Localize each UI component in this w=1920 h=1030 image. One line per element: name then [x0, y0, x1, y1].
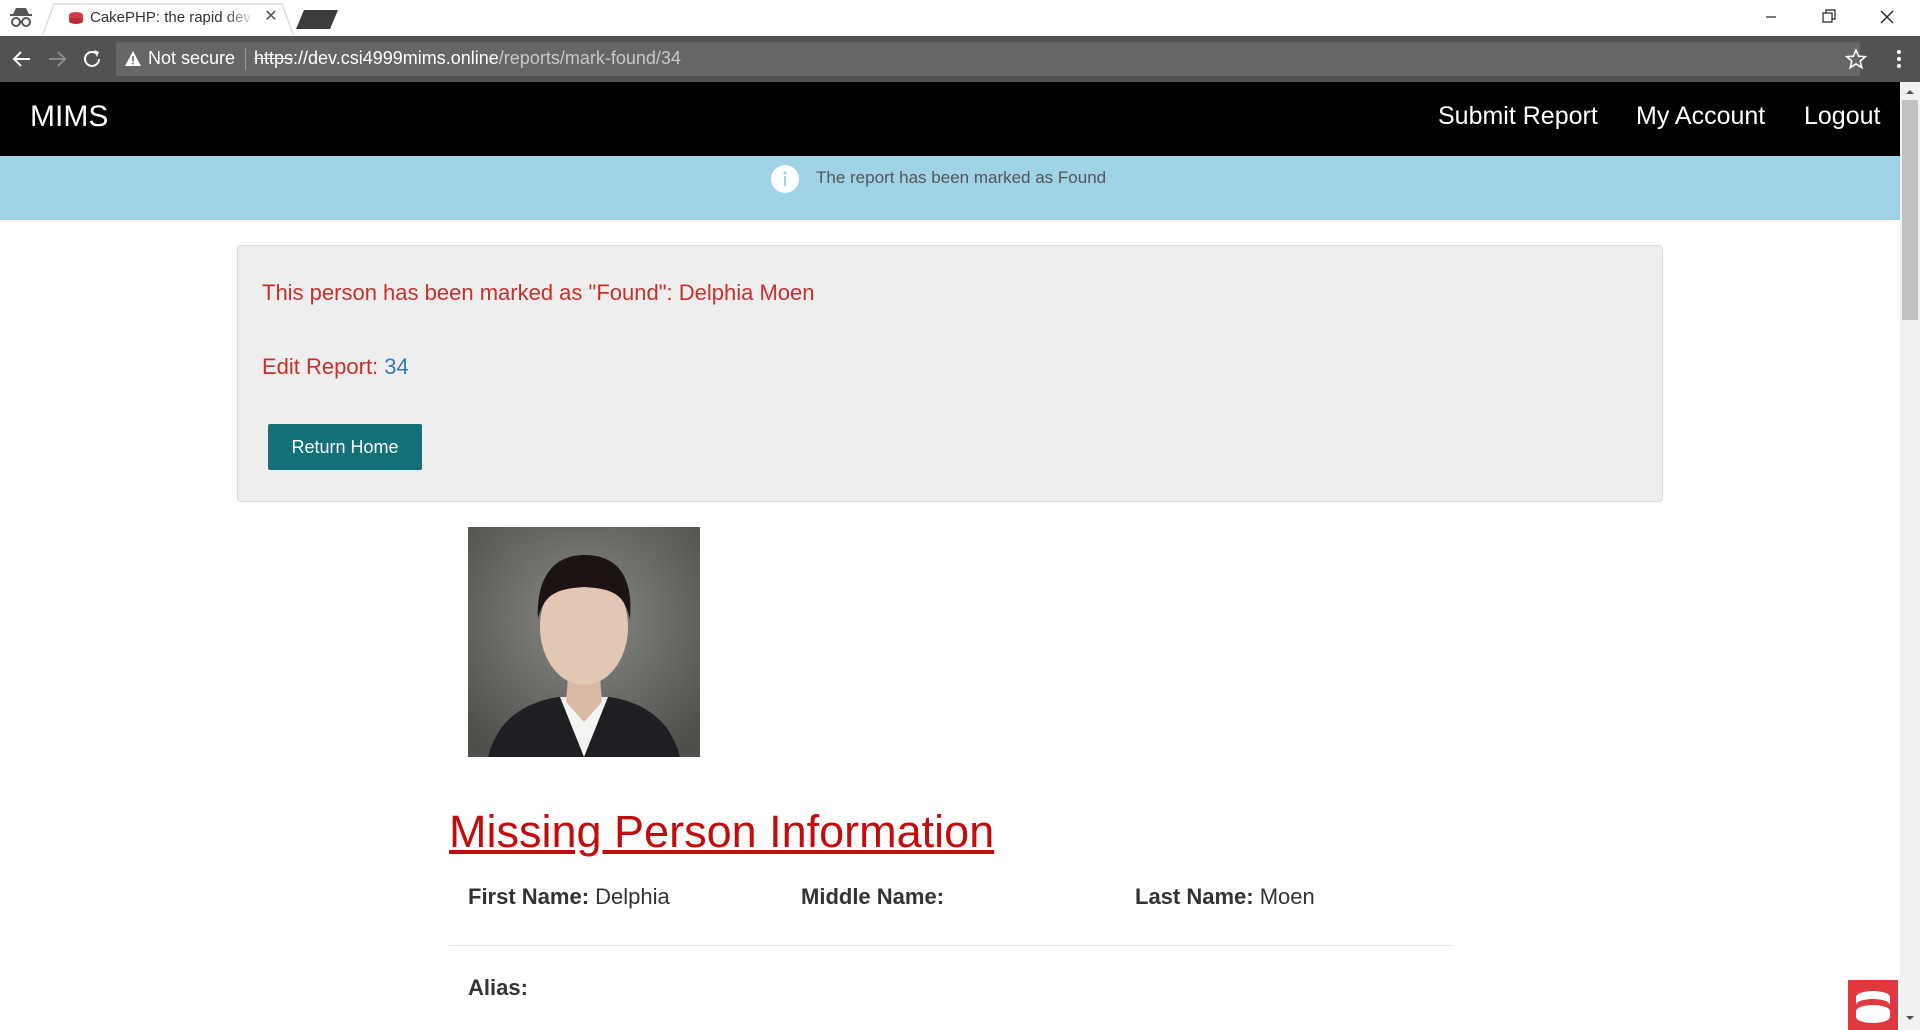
first-name-value: Delphia [595, 884, 670, 909]
url-host: ://dev.csi4999mims.online [293, 48, 499, 68]
url-path: /reports/mark-found/34 [498, 48, 681, 68]
bookmark-star-icon[interactable] [1845, 48, 1867, 70]
first-name-label: First Name: [468, 884, 590, 909]
found-message: This person has been marked as "Found": … [262, 280, 815, 305]
url-scheme: https [254, 48, 294, 68]
scroll-up-arrow-icon[interactable] [1904, 86, 1916, 98]
browser-menu-icon[interactable] [1888, 48, 1910, 70]
forward-arrow-icon[interactable] [45, 47, 69, 71]
tab-close-icon[interactable]: ✕ [262, 8, 280, 26]
last-name-label: Last Name: [1135, 884, 1254, 909]
close-window-button[interactable] [1858, 0, 1916, 36]
brand-logo[interactable]: MIMS [30, 100, 108, 134]
nav-my-account[interactable]: My Account [1636, 102, 1765, 131]
cakephp-debug-kit-icon[interactable] [1848, 980, 1898, 1030]
last-name-field: Last Name: Moen [1135, 884, 1315, 910]
edit-report-line: Edit Report: 34 [262, 354, 409, 380]
edit-report-label: Edit Report: [262, 354, 379, 379]
url-text[interactable]: https://dev.csi4999mims.online/reports/m… [254, 48, 681, 69]
row-divider [449, 945, 1451, 946]
reload-icon[interactable] [80, 47, 104, 71]
last-name-value: Moen [1259, 884, 1315, 909]
flash-message-text: The report has been marked as Found [816, 168, 1107, 187]
not-secure-label[interactable]: Not secure [148, 48, 235, 69]
scroll-down-arrow-icon[interactable] [1904, 1012, 1916, 1024]
middle-name-field: Middle Name: [801, 884, 944, 910]
first-name-field: First Name: Delphia [468, 884, 670, 910]
section-title: Missing Person Information [449, 806, 995, 857]
restore-button[interactable] [1800, 0, 1858, 36]
warning-icon[interactable] [124, 50, 142, 68]
nav-submit-report[interactable]: Submit Report [1438, 102, 1598, 131]
info-icon [771, 165, 799, 193]
cakephp-favicon-icon [69, 12, 83, 24]
missing-person-photo [468, 527, 700, 757]
return-home-button[interactable]: Return Home [268, 424, 422, 470]
minimize-button[interactable] [1742, 0, 1800, 36]
scrollbar-thumb[interactable] [1902, 100, 1918, 320]
edit-report-link[interactable]: 34 [384, 354, 408, 379]
back-arrow-icon[interactable] [10, 47, 34, 71]
new-tab-button[interactable] [296, 9, 338, 29]
alias-field: Alias: [468, 975, 528, 1001]
nav-logout[interactable]: Logout [1804, 102, 1880, 131]
middle-name-label: Middle Name: [801, 884, 945, 909]
alias-label: Alias: [468, 975, 528, 1000]
flash-message-bar [0, 156, 1900, 220]
incognito-icon [10, 8, 32, 27]
site-navbar [0, 82, 1900, 156]
